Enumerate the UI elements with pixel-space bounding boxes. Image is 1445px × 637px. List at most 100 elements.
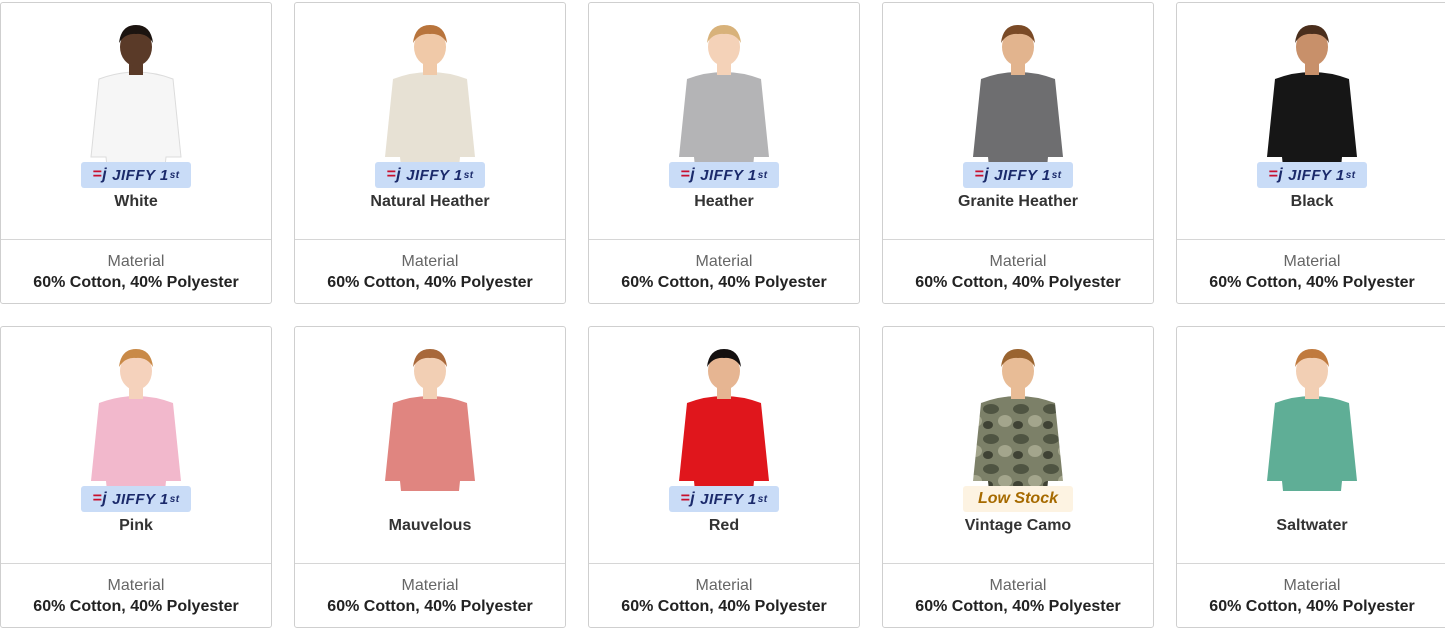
jiffy-logo-icon: =j [974,166,990,183]
badge-sup: st [1051,169,1062,181]
material-value: 60% Cotton, 40% Polyester [33,598,239,615]
badge-sup: st [463,169,474,181]
badge-text: JIFFY 1 [700,490,757,508]
badge-sup: st [757,169,768,181]
color-name: White [114,193,158,210]
material-label: Material [989,253,1047,270]
material-value: 60% Cotton, 40% Polyester [327,274,533,291]
badge-text: JIFFY 1 [112,166,169,184]
swatch-card-white[interactable]: =j JIFFY 1st White Material 60% Cotton, … [0,2,272,304]
swatch-image-area: Low Stock Vintage Camo [883,327,1153,564]
product-photo [71,17,201,167]
material-label: Material [1283,577,1341,594]
swatch-card-red[interactable]: =j JIFFY 1st Red Material 60% Cotton, 40… [588,326,860,628]
low-stock-badge: Low Stock [963,486,1073,512]
product-photo [659,17,789,167]
swatch-image-area: Saltwater [1177,327,1445,564]
swatch-image-area: =j JIFFY 1st Natural Heather [295,3,565,240]
jiffy-logo-icon: =j [680,490,696,507]
swatch-card-vintage-camo[interactable]: Low Stock Vintage Camo Material 60% Cott… [882,326,1154,628]
jiffy-logo-icon: =j [386,166,402,183]
material-info: Material 60% Cotton, 40% Polyester [589,564,859,627]
swatch-image-area: =j JIFFY 1st Black [1177,3,1445,240]
jiffy-first-badge: =j JIFFY 1st [963,162,1073,188]
product-photo [953,17,1083,167]
material-value: 60% Cotton, 40% Polyester [915,274,1121,291]
material-value: 60% Cotton, 40% Polyester [327,598,533,615]
jiffy-logo-icon: =j [92,166,108,183]
swatch-card-saltwater[interactable]: Saltwater Material 60% Cotton, 40% Polye… [1176,326,1445,628]
swatch-image-area: Mauvelous [295,327,565,564]
swatch-card-pink[interactable]: =j JIFFY 1st Pink Material 60% Cotton, 4… [0,326,272,628]
material-label: Material [401,253,459,270]
material-label: Material [107,253,165,270]
jiffy-first-badge: =j JIFFY 1st [669,162,779,188]
color-name: Mauvelous [388,517,472,534]
badge-sup: st [169,169,180,181]
color-name: Vintage Camo [964,517,1072,534]
material-label: Material [695,253,753,270]
material-info: Material 60% Cotton, 40% Polyester [295,564,565,627]
swatch-image-area: =j JIFFY 1st Pink [1,327,271,564]
material-label: Material [695,577,753,594]
jiffy-first-badge: =j JIFFY 1st [81,486,191,512]
color-name: Natural Heather [370,193,490,210]
badge-sup: st [757,493,768,505]
material-info: Material 60% Cotton, 40% Polyester [883,240,1153,303]
material-value: 60% Cotton, 40% Polyester [33,274,239,291]
material-value: 60% Cotton, 40% Polyester [1209,598,1415,615]
product-photo [953,341,1083,491]
badge-sup: st [169,493,180,505]
badge-text: JIFFY 1 [406,166,463,184]
jiffy-logo-icon: =j [680,166,696,183]
badge-sup: st [1345,169,1356,181]
material-info: Material 60% Cotton, 40% Polyester [589,240,859,303]
swatch-image-area: =j JIFFY 1st Heather [589,3,859,240]
material-label: Material [107,577,165,594]
product-photo [365,17,495,167]
material-label: Material [1283,253,1341,270]
badge-text: JIFFY 1 [700,166,757,184]
badge-text: JIFFY 1 [994,166,1051,184]
badge-text: JIFFY 1 [1288,166,1345,184]
material-info: Material 60% Cotton, 40% Polyester [1,240,271,303]
color-name: Heather [694,193,754,210]
material-value: 60% Cotton, 40% Polyester [621,598,827,615]
jiffy-logo-icon: =j [1268,166,1284,183]
jiffy-first-badge: =j JIFFY 1st [669,486,779,512]
swatch-card-black[interactable]: =j JIFFY 1st Black Material 60% Cotton, … [1176,2,1445,304]
badge-text: JIFFY 1 [112,490,169,508]
material-label: Material [401,577,459,594]
swatch-card-mauvelous[interactable]: Mauvelous Material 60% Cotton, 40% Polye… [294,326,566,628]
color-name: Saltwater [1276,517,1348,534]
swatch-image-area: =j JIFFY 1st Red [589,327,859,564]
material-label: Material [989,577,1047,594]
material-value: 60% Cotton, 40% Polyester [621,274,827,291]
swatch-card-granite-heather[interactable]: =j JIFFY 1st Granite Heather Material 60… [882,2,1154,304]
jiffy-logo-icon: =j [92,490,108,507]
material-value: 60% Cotton, 40% Polyester [915,598,1121,615]
color-name: Pink [119,517,153,534]
jiffy-first-badge: =j JIFFY 1st [375,162,485,188]
material-info: Material 60% Cotton, 40% Polyester [1177,240,1445,303]
jiffy-first-badge: =j JIFFY 1st [1257,162,1367,188]
swatch-image-area: =j JIFFY 1st Granite Heather [883,3,1153,240]
color-name: Black [1290,193,1334,210]
material-info: Material 60% Cotton, 40% Polyester [1,564,271,627]
jiffy-first-badge: =j JIFFY 1st [81,162,191,188]
swatch-card-natural-heather[interactable]: =j JIFFY 1st Natural Heather Material 60… [294,2,566,304]
product-photo [659,341,789,491]
product-photo [365,341,495,491]
swatch-image-area: =j JIFFY 1st White [1,3,271,240]
material-value: 60% Cotton, 40% Polyester [1209,274,1415,291]
product-photo [1247,17,1377,167]
swatch-card-heather[interactable]: =j JIFFY 1st Heather Material 60% Cotton… [588,2,860,304]
material-info: Material 60% Cotton, 40% Polyester [1177,564,1445,627]
color-name: Red [708,517,740,534]
material-info: Material 60% Cotton, 40% Polyester [883,564,1153,627]
product-photo [1247,341,1377,491]
material-info: Material 60% Cotton, 40% Polyester [295,240,565,303]
color-swatch-grid: =j JIFFY 1st White Material 60% Cotton, … [0,0,1445,637]
color-name: Granite Heather [957,193,1079,210]
product-photo [71,341,201,491]
